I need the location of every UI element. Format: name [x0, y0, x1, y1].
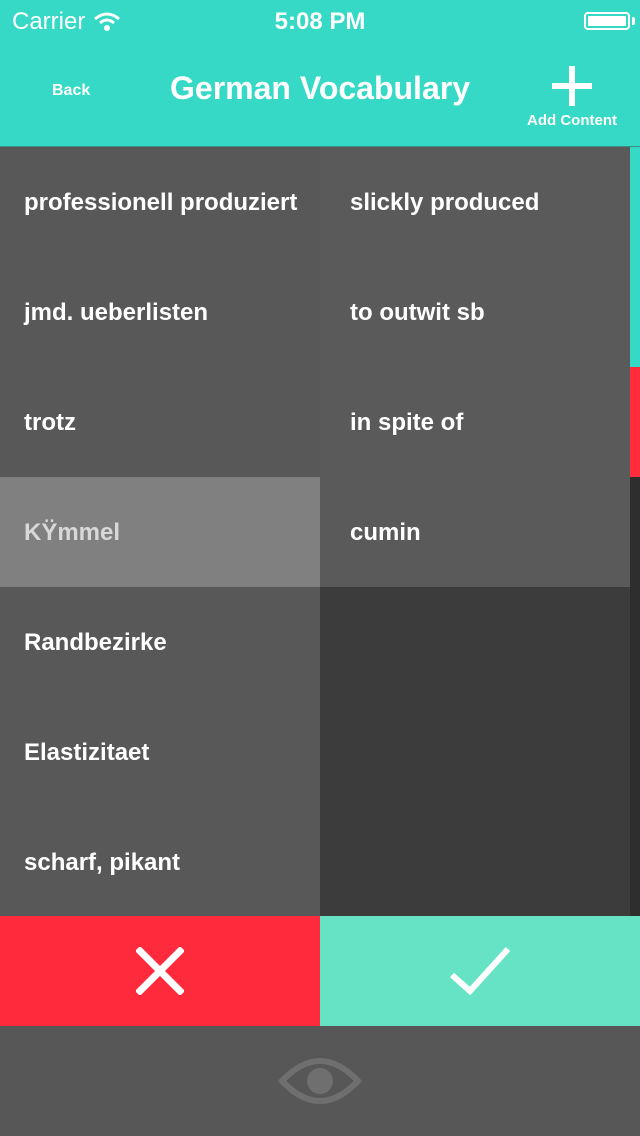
plus-icon [552, 66, 592, 106]
english-word-cell[interactable]: to outwit sb [320, 257, 630, 367]
wrong-button[interactable] [0, 916, 320, 1026]
add-content-label: Add Content [527, 112, 617, 129]
german-word-cell[interactable]: trotz [0, 367, 320, 477]
progress-scrollbar[interactable] [630, 147, 640, 917]
navigation-header: Carrier 5:08 PM Back German Vocabulary A… [0, 0, 640, 146]
german-column: professionell produziert jmd. ueberlisten… [0, 147, 320, 917]
english-word-cell[interactable]: slickly produced [320, 147, 630, 257]
german-word-cell[interactable]: scharf, pikant [0, 807, 320, 917]
status-time: 5:08 PM [274, 8, 366, 35]
progress-wrong-segment [630, 367, 640, 477]
german-word-cell[interactable]: Elastizitaet [0, 697, 320, 807]
footer-bar [0, 1026, 640, 1136]
english-column: slickly produced to outwit sb in spite of c… [320, 147, 630, 917]
english-word-cell[interactable]: cumin [320, 477, 630, 587]
german-word-cell[interactable]: professionell produziert [0, 147, 320, 257]
x-icon [136, 947, 184, 995]
english-word-cell[interactable]: in spite of [320, 367, 630, 477]
german-word-cell[interactable]: jmd. ueberlisten [0, 257, 320, 367]
add-content-button[interactable]: Add Content [522, 66, 622, 130]
german-word-cell[interactable]: KŸmmel [0, 477, 320, 587]
battery-tip [632, 17, 635, 25]
eye-icon[interactable] [278, 1055, 362, 1107]
progress-correct-segment [630, 147, 640, 367]
vocabulary-list: professionell produziert jmd. ueberlisten… [0, 146, 640, 917]
checkmark-icon [450, 946, 511, 996]
correct-button[interactable] [320, 916, 640, 1026]
german-word-cell[interactable]: Randbezirke [0, 587, 320, 697]
battery-icon [584, 12, 630, 30]
